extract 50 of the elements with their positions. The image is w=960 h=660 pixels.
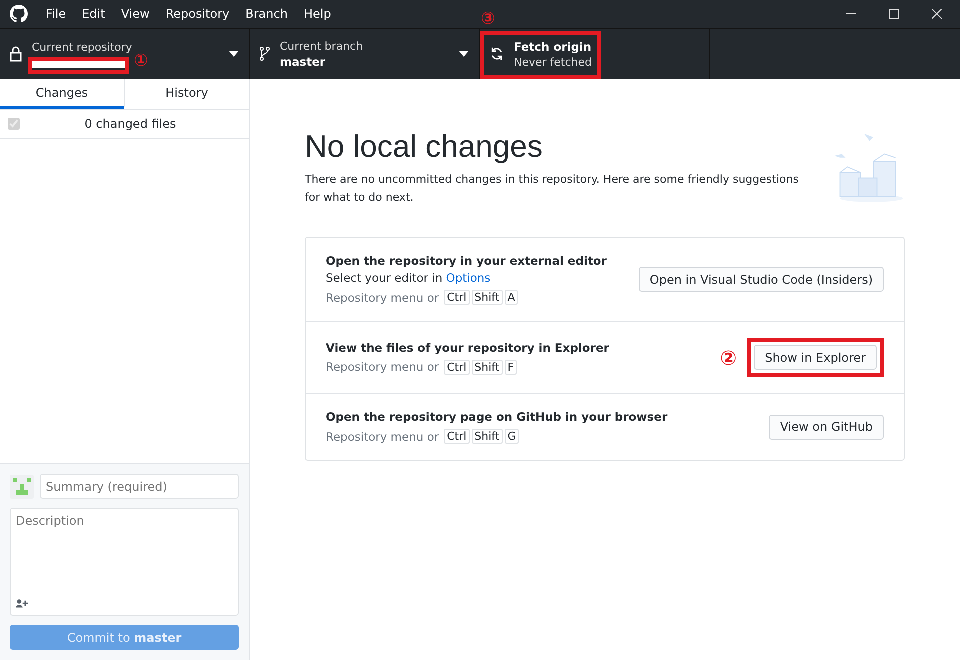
key-cap: Shift <box>472 290 503 305</box>
suggestion-title: Open the repository page on GitHub in your browser <box>326 410 668 424</box>
key-cap: A <box>504 290 518 305</box>
key-cap: Ctrl <box>444 290 470 305</box>
menu-item[interactable]: File <box>46 7 66 21</box>
fetch-status: Never fetched <box>514 56 594 68</box>
repository-label: Current repository <box>32 40 134 54</box>
suggestion-title: Open the repository in your external editor <box>326 254 607 268</box>
shortcut-label: Repository menu or <box>326 360 440 374</box>
branch-selector[interactable]: Current branch master <box>250 29 480 79</box>
branch-name: master <box>280 54 327 68</box>
maximize-icon[interactable] <box>889 9 899 19</box>
changed-files-count: 0 changed files <box>84 117 178 131</box>
key-cap: Shift <box>472 360 503 374</box>
suggestion-hint: Select your editor in Options <box>326 271 492 285</box>
key-cap: Ctrl <box>444 429 470 444</box>
menu-item[interactable]: View <box>121 7 150 21</box>
fetch-button[interactable]: Fetch origin Never fetched <box>480 29 710 79</box>
heading: No local changes <box>305 129 544 165</box>
options-link[interactable]: Options <box>446 271 491 285</box>
branch-icon <box>260 46 270 62</box>
tab[interactable]: History <box>124 79 249 109</box>
key-cap: Shift <box>472 429 503 444</box>
close-icon[interactable] <box>932 9 942 19</box>
add-coauthor-icon[interactable] <box>16 599 28 608</box>
menu-item[interactable]: Repository <box>166 7 230 21</box>
key-cap: G <box>504 429 520 444</box>
menu-item[interactable]: Help <box>304 7 332 21</box>
intro-text: There are no uncommitted changes in this repository. Here are some friendly suggestions for what to do next. <box>305 172 800 206</box>
sync-icon <box>490 47 504 61</box>
lock-icon <box>10 46 22 62</box>
menu-item[interactable]: Edit <box>82 7 106 21</box>
key-cap: Ctrl <box>444 360 470 374</box>
key-cap: F <box>504 360 518 374</box>
suggestion-button[interactable]: Show in Explorer <box>754 345 877 370</box>
tab[interactable]: Changes <box>0 79 124 109</box>
suggestion-button[interactable]: Open in Visual Studio Code (Insiders) <box>638 267 884 292</box>
caret-icon <box>229 51 239 57</box>
suggestion-title: View the files of your repository in Explorer <box>326 340 610 354</box>
menu-item[interactable]: Branch <box>246 7 288 21</box>
shortcut-label: Repository menu or <box>326 290 440 304</box>
fetch-title: Fetch origin <box>514 40 593 54</box>
annotation-number: ② <box>720 346 738 370</box>
shortcut-label: Repository menu or <box>326 430 440 444</box>
github-logo-icon <box>10 5 28 23</box>
suggestion-button[interactable]: View on GitHub <box>769 414 884 440</box>
annotation-number: ① <box>134 53 148 70</box>
branch-label: Current branch <box>280 40 364 52</box>
caret-icon <box>459 51 469 57</box>
avatar-icon <box>10 474 34 498</box>
